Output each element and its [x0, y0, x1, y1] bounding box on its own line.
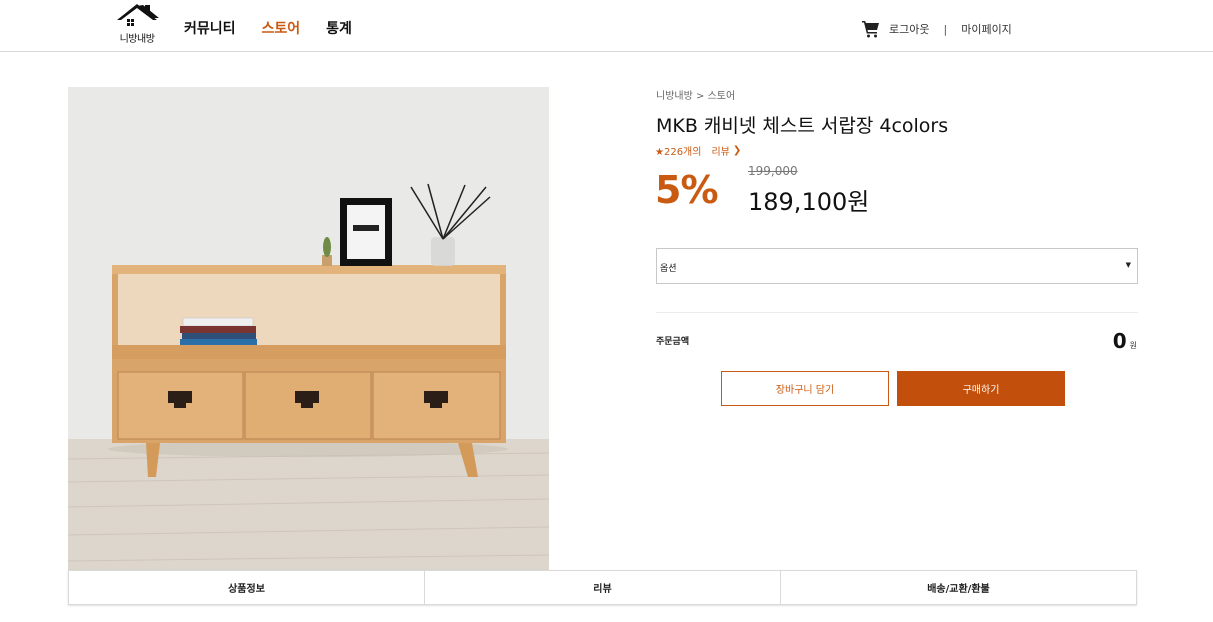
product-title: MKB 캐비넷 체스트 서랍장 4colors	[656, 115, 949, 137]
breadcrumb-separator: >	[696, 91, 705, 102]
order-total: 0 원	[1113, 329, 1137, 353]
divider	[656, 312, 1138, 313]
nav-item-stats[interactable]: 통계	[326, 18, 352, 38]
nav-item-community[interactable]: 커뮤니티	[184, 18, 236, 38]
product-image	[68, 87, 549, 570]
order-total-unit: 원	[1129, 341, 1137, 350]
house-logo-icon	[117, 4, 159, 28]
buy-now-button[interactable]: 구매하기	[897, 371, 1065, 406]
logout-link[interactable]: 로그아웃	[889, 21, 929, 37]
user-utilities: 로그아웃 | 마이페이지	[862, 20, 1012, 38]
site-logo[interactable]: 니방내방	[112, 2, 162, 48]
tab-reviews[interactable]: 리뷰	[425, 571, 781, 604]
breadcrumb-home[interactable]: 니방내방	[656, 91, 693, 102]
logo-text: 니방내방	[119, 34, 155, 45]
order-total-label: 주문금액	[656, 337, 690, 347]
main-nav: 커뮤니티 스토어 통계	[184, 18, 378, 38]
discount-rate: 5%	[655, 168, 719, 212]
review-label: 리뷰	[711, 147, 730, 158]
breadcrumb-current[interactable]: 스토어	[708, 91, 736, 102]
mypage-link[interactable]: 마이페이지	[961, 21, 1012, 37]
option-select[interactable]: 옵션 ▼	[656, 248, 1138, 284]
sale-price: 189,100원	[748, 188, 870, 216]
add-to-cart-button[interactable]: 장바구니 담기	[721, 371, 889, 406]
review-count: ★226개의	[655, 147, 702, 158]
chevron-right-icon: ❯	[732, 145, 742, 156]
top-header: 니방내방 커뮤니티 스토어 통계 로그아웃 | 마이페이지	[0, 0, 1213, 52]
util-separator: |	[943, 22, 948, 36]
shopping-cart-icon[interactable]	[862, 20, 880, 38]
dropdown-arrow-icon: ▼	[1125, 261, 1131, 269]
review-summary-link[interactable]: ★226개의 리뷰 ❯	[655, 143, 741, 158]
original-price: 199,000	[748, 164, 798, 178]
nav-item-store[interactable]: 스토어	[262, 18, 301, 38]
tab-shipping-returns[interactable]: 배송/교환/환불	[781, 571, 1136, 604]
tab-product-info[interactable]: 상품정보	[69, 571, 425, 604]
order-total-value: 0	[1112, 329, 1127, 353]
product-tabs: 상품정보 리뷰 배송/교환/환불	[68, 570, 1137, 605]
breadcrumb: 니방내방 > 스토어	[656, 87, 735, 102]
option-select-label: 옵션	[660, 264, 677, 274]
product-photo	[68, 87, 549, 570]
